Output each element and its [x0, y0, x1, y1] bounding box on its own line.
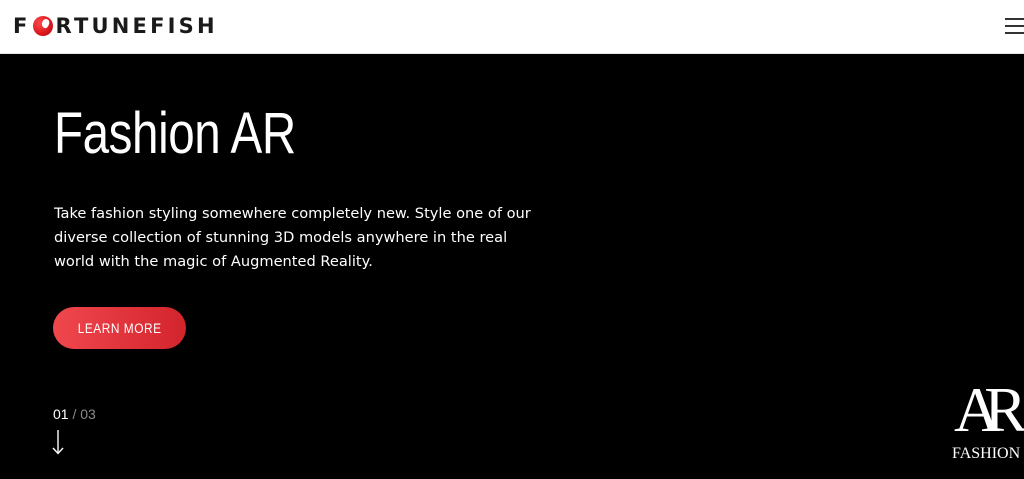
hero-title: Fashion AR: [54, 101, 296, 166]
slide-counter: 01 / 03: [53, 406, 96, 422]
site-header: F RTUNEFISH: [0, 0, 1024, 54]
logo-first-letter: F: [13, 14, 31, 38]
ar-badge-fashion-text: FASHION: [952, 445, 1021, 462]
ar-badge-letters: AR: [954, 374, 1024, 445]
menu-line: [1005, 18, 1024, 20]
learn-more-button[interactable]: LEARN MORE: [53, 307, 186, 349]
logo-rest-text: RTUNEFISH: [55, 14, 218, 38]
menu-line: [1005, 32, 1024, 34]
slide-separator: /: [72, 406, 77, 422]
ar-fashion-badge: AR FASHION: [948, 378, 1024, 479]
slide-total: 03: [80, 406, 96, 422]
arrow-down-icon[interactable]: [50, 428, 66, 456]
hamburger-menu-icon[interactable]: [1005, 17, 1024, 35]
fish-ball-icon: [32, 16, 53, 36]
slide-current: 01: [53, 406, 69, 422]
learn-more-label: LEARN MORE: [77, 320, 162, 336]
brand-logo[interactable]: F RTUNEFISH: [13, 12, 218, 40]
hero-description: Take fashion styling somewhere completel…: [54, 205, 531, 270]
menu-line: [1005, 25, 1024, 27]
